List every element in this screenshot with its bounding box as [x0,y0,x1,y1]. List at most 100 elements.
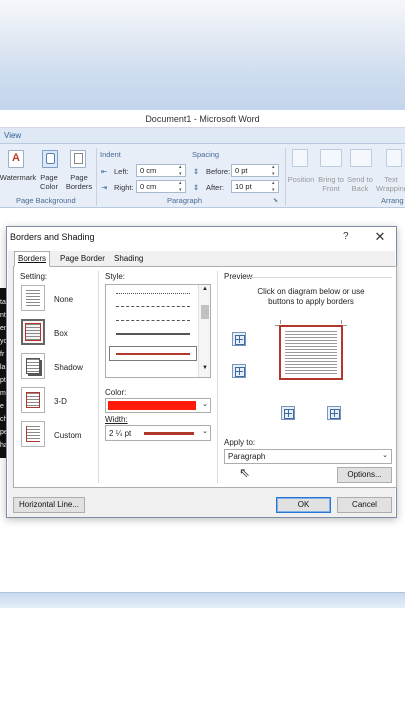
tab-shading[interactable]: Shading [110,251,147,266]
width-label-text: Width: [105,415,128,424]
tab-page-border-label: Page Border [60,254,105,263]
preview-hint: Click on diagram below or use buttons to… [257,287,365,306]
spacing-after-input[interactable]: 10 pt [231,180,279,194]
middle-border-icon[interactable] [232,364,246,378]
apply-to-dropdown[interactable]: Paragraph ⌄ [224,449,392,464]
watermark-icon[interactable]: A [8,150,24,168]
width-line-sample [144,432,194,435]
status-bar [0,592,405,608]
style-scrollbar[interactable]: ▲ ▼ [198,285,210,377]
page-borders-button[interactable]: Page Borders [64,173,94,191]
scroll-up-icon[interactable]: ▲ [199,286,211,292]
scroll-down-icon[interactable]: ▼ [199,365,211,371]
arrange-group-label: Arrang [381,196,404,205]
bring-to-front-icon[interactable] [320,149,342,167]
borders-and-shading-dialog: Borders and Shading ? ✕ Borders Page Bor… [6,226,397,518]
horizontal-line-button[interactable]: Horizontal Line... [13,497,85,513]
setting-custom-label[interactable]: Custom [54,431,82,440]
setting-none-icon[interactable] [21,285,45,311]
text-wrapping-button[interactable]: Text Wrapping [376,175,405,193]
style-option-selected[interactable] [109,346,197,361]
ok-button[interactable]: OK [276,497,331,513]
text-wrapping-icon[interactable] [386,149,402,167]
tab-page-border[interactable]: Page Border [56,251,109,266]
width-label: Width: [105,415,128,424]
style-listbox[interactable]: ▲ ▼ [105,284,211,378]
preview-rule [246,277,392,278]
position-button[interactable]: Position [286,175,316,184]
column-divider [217,271,218,483]
setting-box-icon[interactable] [21,319,45,345]
send-to-back-icon[interactable] [350,149,372,167]
setting-label: Setting: [20,272,48,281]
setting-shadow-label[interactable]: Shadow [54,363,83,372]
column-divider [98,271,99,483]
setting-custom-icon[interactable] [21,421,45,447]
setting-none-label[interactable]: None [54,295,73,304]
style-label: Style: [105,272,126,281]
paragraph-launcher-icon[interactable]: ⬊ [273,197,278,206]
width-dropdown[interactable]: 2 ¼ pt ⌄ [105,425,211,441]
position-icon[interactable] [292,149,308,167]
indent-left-icon: ⇤ [101,167,108,176]
bring-to-front-button[interactable]: Bring to Front [316,175,346,193]
setting-3d-label[interactable]: 3-D [54,397,67,406]
spacing-before-label: Before: [206,167,231,176]
apply-to-value: Paragraph [228,452,266,461]
chevron-down-icon[interactable]: ⌄ [382,451,388,459]
spacing-header: Spacing [192,150,220,159]
close-icon[interactable]: ✕ [373,229,387,245]
preview-diagram[interactable] [275,320,347,382]
page-color-icon[interactable] [42,150,58,168]
chevron-down-icon[interactable]: ⌄ [202,427,208,435]
borders-tab-panel: Setting: None Box Shadow 3-D Custom Styl… [13,266,397,488]
right-border-icon[interactable] [327,406,341,420]
page-color-button[interactable]: Page Color [35,173,63,191]
setting-box-label[interactable]: Box [54,329,68,338]
width-value: 2 ¼ pt [109,429,132,438]
indent-right-label: Right: [114,183,134,192]
style-option-dashed[interactable] [116,306,190,307]
spacing-before-input[interactable]: 0 pt [231,164,279,178]
color-dropdown[interactable]: ⌄ [105,398,211,413]
style-option-dotted[interactable] [116,293,190,294]
tab-shading-label: Shading [114,254,144,263]
page-background-group-label: Page Background [16,196,76,205]
setting-shadow-icon[interactable] [21,353,45,379]
scroll-thumb[interactable] [201,305,209,319]
spacing-after-label: After: [206,183,224,192]
help-button[interactable]: ? [343,231,349,242]
indent-left-label: Left: [114,167,129,176]
blurred-screen-bottom [0,608,405,720]
blurred-screen-top [0,0,405,110]
spacing-before-icon: ⇕ [193,167,200,176]
style-option-solid[interactable] [116,333,190,335]
color-label: Color: [105,388,127,397]
tab-view[interactable]: View [4,131,21,140]
ribbon: A Watermark Page Color Page Borders Page… [0,144,405,208]
indent-right-icon: ⇥ [101,183,108,192]
mouse-cursor-icon: ⇖ [239,465,250,480]
window-title: Document1 - Microsoft Word [145,114,260,124]
spacing-after-icon: ⇕ [193,183,200,192]
dialog-body: Borders Page Border Shading Setting: Non… [8,251,397,517]
dialog-title: Borders and Shading [10,232,95,242]
page-borders-icon[interactable] [70,150,86,168]
tab-borders[interactable]: Borders [14,251,51,267]
options-button[interactable]: Options... [337,467,392,483]
indent-left-input[interactable]: 0 cm [136,164,186,178]
preview-box[interactable] [279,325,343,380]
cancel-button[interactable]: Cancel [337,497,392,513]
chevron-down-icon[interactable]: ⌄ [202,400,208,408]
style-option-dash-dot[interactable] [116,320,190,321]
indent-header: Indent [100,150,121,159]
watermark-button[interactable]: Watermark [0,173,38,182]
tab-borders-label: Borders [18,254,47,263]
indent-right-input[interactable]: 0 cm [136,180,186,194]
top-border-icon[interactable] [232,332,246,346]
left-border-icon[interactable] [281,406,295,420]
setting-3d-icon[interactable] [21,387,45,413]
apply-to-label: Apply to: [224,438,256,447]
send-to-back-button[interactable]: Send to Back [345,175,375,193]
ribbon-separator [96,148,97,206]
